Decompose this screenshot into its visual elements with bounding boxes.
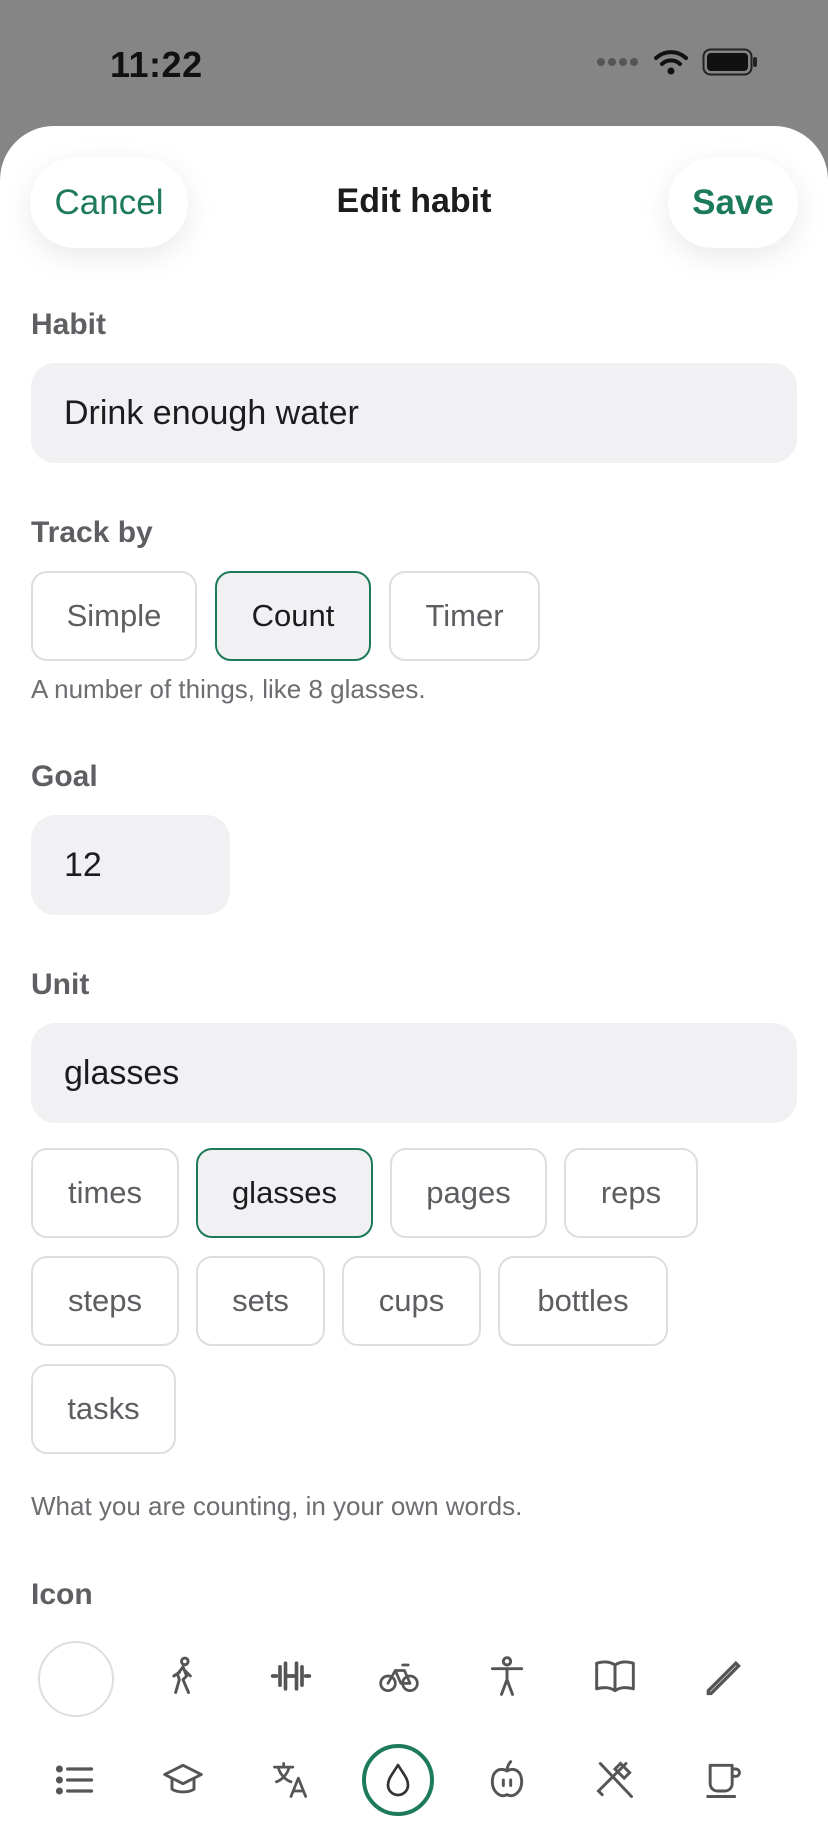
goal-label: Goal (31, 760, 98, 793)
edit-habit-sheet: Cancel Edit habit Save Habit Drink enoug… (0, 126, 828, 1826)
unit-value: glasses (64, 1053, 180, 1092)
unit-input[interactable]: glasses (31, 1023, 797, 1123)
coffee-cup-icon[interactable] (683, 1740, 763, 1820)
unit-option-cups[interactable]: cups (342, 1256, 481, 1346)
habit-name-value: Drink enough water (64, 393, 359, 432)
walking-icon[interactable] (143, 1636, 223, 1716)
unit-hint: What you are counting, in your own words… (31, 1491, 523, 1521)
book-icon[interactable] (575, 1636, 655, 1716)
signal-icon (597, 58, 638, 66)
battery-icon (702, 48, 757, 76)
unit-option-times[interactable]: times (31, 1148, 179, 1238)
graduation-cap-icon[interactable] (143, 1740, 223, 1820)
translate-icon[interactable] (251, 1740, 331, 1820)
dumbbell-icon[interactable] (251, 1636, 331, 1716)
habit-label: Habit (31, 308, 106, 341)
status-time: 11:22 (110, 44, 203, 85)
list-icon[interactable] (35, 1740, 115, 1820)
status-icons (596, 48, 758, 76)
track-by-timer-option[interactable]: Timer (389, 571, 540, 661)
track-by-hint: A number of things, like 8 glasses. (31, 674, 426, 704)
unit-option-pages[interactable]: pages (390, 1148, 547, 1238)
pencil-icon[interactable] (683, 1636, 763, 1716)
unit-option-glasses[interactable]: glasses (196, 1148, 373, 1238)
water-drop-icon[interactable] (362, 1744, 434, 1816)
goal-input[interactable]: 12 (31, 815, 230, 915)
no-icon-option[interactable] (38, 1641, 114, 1717)
unit-option-steps[interactable]: steps (31, 1256, 179, 1346)
unit-label: Unit (31, 968, 90, 1001)
accessibility-icon[interactable] (467, 1636, 547, 1716)
status-bar: 11:22 (0, 0, 828, 125)
unit-option-sets[interactable]: sets (196, 1256, 325, 1346)
goal-value: 12 (64, 845, 102, 884)
apple-icon[interactable] (467, 1740, 547, 1820)
unit-option-bottles[interactable]: bottles (498, 1256, 668, 1346)
track-by-label: Track by (31, 516, 153, 549)
habit-name-input[interactable]: Drink enough water (31, 363, 797, 463)
save-button[interactable]: Save (668, 158, 798, 248)
wifi-icon (654, 50, 688, 75)
unit-option-reps[interactable]: reps (564, 1148, 698, 1238)
fork-knife-icon[interactable] (575, 1740, 655, 1820)
track-by-count-option[interactable]: Count (215, 571, 371, 661)
bicycle-icon[interactable] (359, 1636, 439, 1716)
icon-label: Icon (31, 1578, 93, 1611)
track-by-simple-option[interactable]: Simple (31, 571, 197, 661)
unit-option-tasks[interactable]: tasks (31, 1364, 176, 1454)
